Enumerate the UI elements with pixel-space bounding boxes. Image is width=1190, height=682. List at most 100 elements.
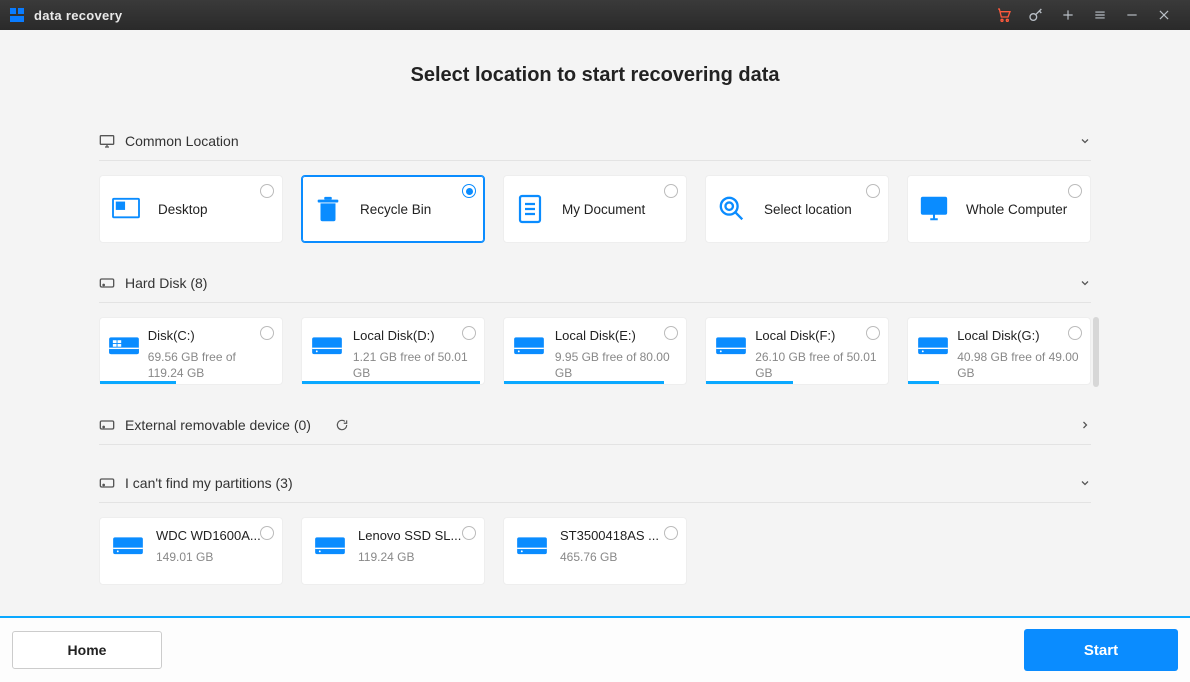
drive-icon: [302, 328, 353, 356]
close-icon[interactable]: [1148, 0, 1180, 30]
radio-icon: [260, 326, 274, 340]
card-disk-c[interactable]: Disk(C:) 69.56 GB free of 119.24 GB: [99, 317, 283, 385]
windows-drive-icon: [100, 328, 148, 356]
radio-icon: [260, 184, 274, 198]
desktop-icon: [100, 196, 152, 222]
home-button[interactable]: Home: [12, 631, 162, 669]
plus-icon[interactable]: [1052, 0, 1084, 30]
card-whole-computer[interactable]: Whole Computer: [907, 175, 1091, 243]
start-button[interactable]: Start: [1024, 629, 1178, 671]
disk-size: 1.21 GB free of 50.01 GB: [353, 349, 476, 381]
disk-name: ST3500418AS ...: [560, 528, 659, 543]
card-select-location[interactable]: Select location: [705, 175, 889, 243]
radio-icon: [866, 184, 880, 198]
card-label: Desktop: [158, 202, 208, 217]
app-title: data recovery: [34, 8, 122, 23]
chevron-right-icon: [1079, 419, 1091, 431]
disk-name: Lenovo SSD SL...: [358, 528, 461, 543]
card-desktop[interactable]: Desktop: [99, 175, 283, 243]
disk-size: 465.76 GB: [560, 549, 659, 565]
chevron-down-icon: [1079, 277, 1091, 289]
card-recycle-bin[interactable]: Recycle Bin: [301, 175, 485, 243]
main-area: Select location to start recovering data…: [0, 30, 1190, 616]
radio-icon: [1068, 326, 1082, 340]
disk-name: WDC WD1600A...: [156, 528, 261, 543]
disk-size: 119.24 GB: [358, 549, 461, 565]
card-disk-e[interactable]: Local Disk(E:) 9.95 GB free of 80.00 GB: [503, 317, 687, 385]
computer-icon: [908, 195, 960, 223]
card-label: Select location: [764, 202, 852, 217]
hard-disk-cards: Disk(C:) 69.56 GB free of 119.24 GB Loca…: [99, 317, 1091, 385]
key-icon[interactable]: [1020, 0, 1052, 30]
usage-bar: [100, 381, 176, 384]
section-label: External removable device (0): [125, 417, 311, 433]
disk-size: 149.01 GB: [156, 549, 261, 565]
card-lost-1[interactable]: Lenovo SSD SL... 119.24 GB: [301, 517, 485, 585]
refresh-icon[interactable]: [335, 418, 349, 432]
disk-icon: [99, 418, 117, 432]
section-label: Hard Disk (8): [125, 275, 207, 291]
disk-size: 40.98 GB free of 49.00 GB: [957, 349, 1082, 381]
magnifier-icon: [706, 195, 758, 223]
disk-size: 69.56 GB free of 119.24 GB: [148, 349, 274, 381]
radio-icon: [1068, 184, 1082, 198]
lost-partition-cards: WDC WD1600A... 149.01 GB Lenovo SSD SL..…: [99, 517, 1091, 585]
section-external-device[interactable]: External removable device (0): [99, 405, 1091, 445]
recycle-bin-icon: [302, 194, 354, 224]
drive-icon: [504, 328, 555, 356]
radio-icon: [462, 184, 476, 198]
cart-icon[interactable]: [988, 0, 1020, 30]
card-my-document[interactable]: My Document: [503, 175, 687, 243]
monitor-icon: [99, 134, 117, 148]
footer: Home Start: [0, 618, 1190, 682]
radio-icon: [462, 526, 476, 540]
drive-icon: [100, 528, 156, 556]
titlebar: data recovery: [0, 0, 1190, 30]
card-label: My Document: [562, 202, 645, 217]
common-location-cards: Desktop Recycle Bin My Document: [99, 175, 1091, 243]
chevron-down-icon: [1079, 477, 1091, 489]
card-label: Whole Computer: [966, 202, 1067, 217]
drive-icon: [504, 528, 560, 556]
usage-bar: [504, 381, 664, 384]
radio-icon: [664, 526, 678, 540]
disk-name: Disk(C:): [148, 328, 264, 343]
card-disk-g[interactable]: Local Disk(G:) 40.98 GB free of 49.00 GB: [907, 317, 1091, 385]
section-label: I can't find my partitions (3): [125, 475, 293, 491]
disk-icon: [99, 476, 117, 490]
usage-bar: [908, 381, 939, 384]
radio-icon: [664, 184, 678, 198]
drive-icon: [908, 328, 957, 356]
section-common-location[interactable]: Common Location: [99, 121, 1091, 161]
menu-icon[interactable]: [1084, 0, 1116, 30]
disk-name: Local Disk(E:): [555, 328, 671, 343]
app-logo: [10, 8, 26, 22]
usage-bar: [302, 381, 480, 384]
disk-size: 26.10 GB free of 50.01 GB: [755, 349, 880, 381]
document-icon: [504, 194, 556, 224]
card-disk-d[interactable]: Local Disk(D:) 1.21 GB free of 50.01 GB: [301, 317, 485, 385]
radio-icon: [664, 326, 678, 340]
drive-icon: [706, 328, 755, 356]
disk-size: 9.95 GB free of 80.00 GB: [555, 349, 678, 381]
page-title: Select location to start recovering data: [0, 64, 1190, 87]
disk-name: Local Disk(F:): [755, 328, 871, 343]
radio-icon: [462, 326, 476, 340]
radio-icon: [866, 326, 880, 340]
radio-icon: [260, 526, 274, 540]
minimize-icon[interactable]: [1116, 0, 1148, 30]
disk-icon: [99, 276, 117, 290]
card-disk-f[interactable]: Local Disk(F:) 26.10 GB free of 50.01 GB: [705, 317, 889, 385]
chevron-down-icon: [1079, 135, 1091, 147]
card-label: Recycle Bin: [360, 202, 431, 217]
section-lost-partitions[interactable]: I can't find my partitions (3): [99, 463, 1091, 503]
usage-bar: [706, 381, 793, 384]
card-lost-2[interactable]: ST3500418AS ... 465.76 GB: [503, 517, 687, 585]
disk-name: Local Disk(G:): [957, 328, 1073, 343]
scrollbar-thumb[interactable]: [1093, 317, 1099, 387]
section-hard-disk[interactable]: Hard Disk (8): [99, 263, 1091, 303]
section-label: Common Location: [125, 133, 239, 149]
drive-icon: [302, 528, 358, 556]
card-lost-0[interactable]: WDC WD1600A... 149.01 GB: [99, 517, 283, 585]
disk-name: Local Disk(D:): [353, 328, 469, 343]
